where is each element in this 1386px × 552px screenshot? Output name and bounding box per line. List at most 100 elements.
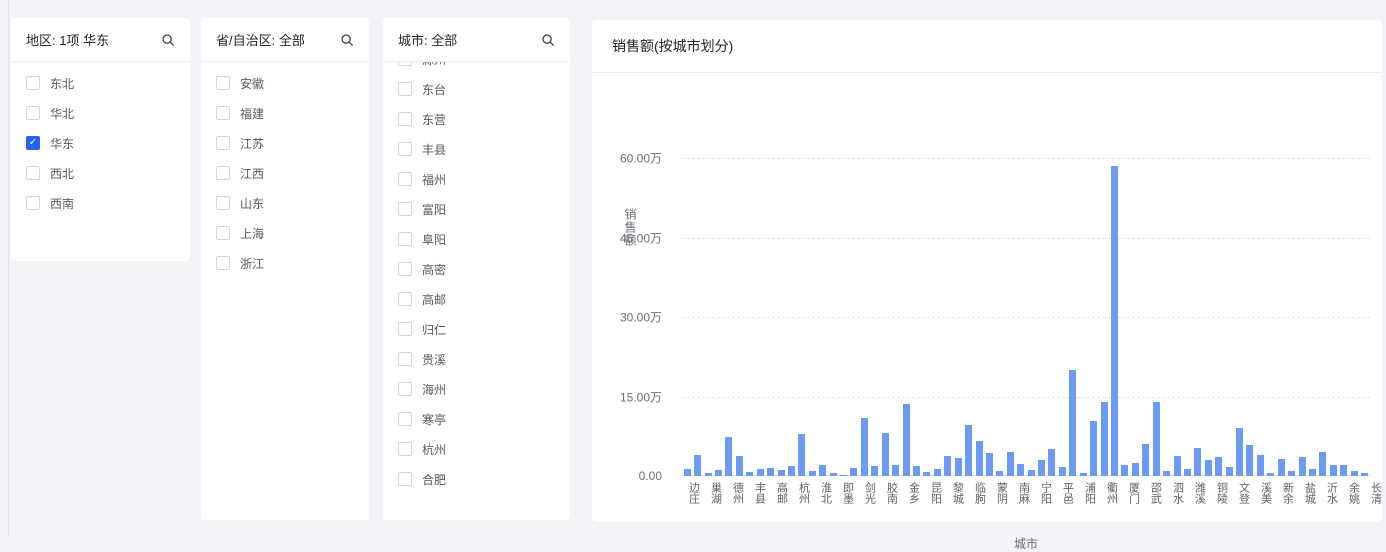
bar[interactable] <box>809 471 816 476</box>
list-item[interactable]: 滁州 <box>398 62 555 74</box>
bar[interactable] <box>1038 460 1045 476</box>
bar[interactable] <box>1028 470 1035 476</box>
bar[interactable] <box>1174 456 1181 476</box>
checkbox[interactable] <box>398 442 412 456</box>
bar[interactable] <box>1111 166 1118 476</box>
list-item[interactable]: 寒亭 <box>398 404 555 434</box>
list-item[interactable]: 福州 <box>398 164 555 194</box>
bar[interactable] <box>934 469 941 476</box>
list-item[interactable]: 上海 <box>216 218 354 248</box>
list-item[interactable]: 山东 <box>216 188 354 218</box>
bar[interactable] <box>1069 370 1076 476</box>
list-item[interactable]: 高密 <box>398 254 555 284</box>
bar[interactable] <box>1007 452 1014 476</box>
checkbox[interactable] <box>216 196 230 210</box>
bar[interactable] <box>830 473 837 476</box>
bar[interactable] <box>1340 465 1347 476</box>
bar[interactable] <box>861 418 868 476</box>
bar[interactable] <box>1309 469 1316 476</box>
bar[interactable] <box>1288 471 1295 476</box>
bar[interactable] <box>1319 452 1326 476</box>
bar[interactable] <box>715 470 722 476</box>
bar[interactable] <box>705 473 712 476</box>
checkbox[interactable] <box>398 292 412 306</box>
list-item[interactable]: 杭州 <box>398 434 555 464</box>
checkbox[interactable] <box>26 166 40 180</box>
checkbox-checked[interactable]: ✓ <box>26 136 40 150</box>
bar[interactable] <box>1184 469 1191 476</box>
bar[interactable] <box>850 468 857 476</box>
bar[interactable] <box>1215 457 1222 476</box>
checkbox[interactable] <box>398 82 412 96</box>
bar[interactable] <box>1048 449 1055 476</box>
bar[interactable] <box>788 466 795 476</box>
bar[interactable] <box>1101 402 1108 476</box>
bar[interactable] <box>694 455 701 476</box>
bar[interactable] <box>725 437 732 476</box>
bar[interactable] <box>986 453 993 476</box>
bar[interactable] <box>1017 464 1024 476</box>
checkbox[interactable] <box>216 76 230 90</box>
bar[interactable] <box>1142 444 1149 476</box>
bar[interactable] <box>1257 455 1264 476</box>
filter-items-2[interactable]: 滁州东台东营丰县福州富阳阜阳高密高邮归仁贵溪海州寒亭杭州合肥 <box>383 62 570 487</box>
bar[interactable] <box>1059 467 1066 476</box>
checkbox[interactable] <box>398 142 412 156</box>
bar[interactable] <box>1361 473 1368 476</box>
list-item[interactable]: 安徽 <box>216 68 354 98</box>
bar[interactable] <box>1194 448 1201 476</box>
checkbox[interactable] <box>398 172 412 186</box>
checkbox[interactable] <box>398 412 412 426</box>
checkbox[interactable] <box>26 196 40 210</box>
checkbox[interactable] <box>398 382 412 396</box>
bar[interactable] <box>1090 421 1097 476</box>
checkbox[interactable] <box>216 226 230 240</box>
list-item[interactable]: 东北 <box>26 68 175 98</box>
bar[interactable] <box>684 469 691 476</box>
bar[interactable] <box>778 470 785 476</box>
bar[interactable] <box>840 475 847 476</box>
bar[interactable] <box>798 434 805 476</box>
bar[interactable] <box>923 472 930 476</box>
bar[interactable] <box>767 468 774 476</box>
list-item[interactable]: 合肥 <box>398 464 555 487</box>
checkbox[interactable] <box>216 256 230 270</box>
list-item[interactable]: 东台 <box>398 74 555 104</box>
bar[interactable] <box>892 465 899 476</box>
checkbox[interactable] <box>398 322 412 336</box>
bar[interactable] <box>1132 463 1139 476</box>
list-item[interactable]: 江西 <box>216 158 354 188</box>
bar[interactable] <box>1080 473 1087 476</box>
bar[interactable] <box>819 465 826 476</box>
checkbox[interactable] <box>216 136 230 150</box>
checkbox[interactable] <box>398 472 412 486</box>
checkbox[interactable] <box>26 76 40 90</box>
bar[interactable] <box>913 466 920 476</box>
search-button[interactable] <box>541 33 555 47</box>
list-item[interactable]: 浙江 <box>216 248 354 278</box>
bar[interactable] <box>1330 465 1337 476</box>
checkbox[interactable] <box>398 62 412 66</box>
bar[interactable] <box>1278 459 1285 476</box>
checkbox[interactable] <box>398 232 412 246</box>
checkbox[interactable] <box>398 202 412 216</box>
bar[interactable] <box>757 469 764 476</box>
bar[interactable] <box>1246 445 1253 476</box>
list-item[interactable]: 贵溪 <box>398 344 555 374</box>
bar[interactable] <box>976 441 983 477</box>
bar[interactable] <box>996 471 1003 476</box>
list-item[interactable]: 福建 <box>216 98 354 128</box>
checkbox[interactable] <box>216 166 230 180</box>
list-item[interactable]: ✓华东 <box>26 128 175 158</box>
bar[interactable] <box>1121 465 1128 476</box>
bar[interactable] <box>736 456 743 476</box>
list-item[interactable]: 海州 <box>398 374 555 404</box>
list-item[interactable]: 西南 <box>26 188 175 218</box>
bar[interactable] <box>746 472 753 476</box>
bar[interactable] <box>965 425 972 476</box>
list-item[interactable]: 富阳 <box>398 194 555 224</box>
bar[interactable] <box>955 458 962 476</box>
checkbox[interactable] <box>216 106 230 120</box>
checkbox[interactable] <box>398 262 412 276</box>
list-item[interactable]: 丰县 <box>398 134 555 164</box>
